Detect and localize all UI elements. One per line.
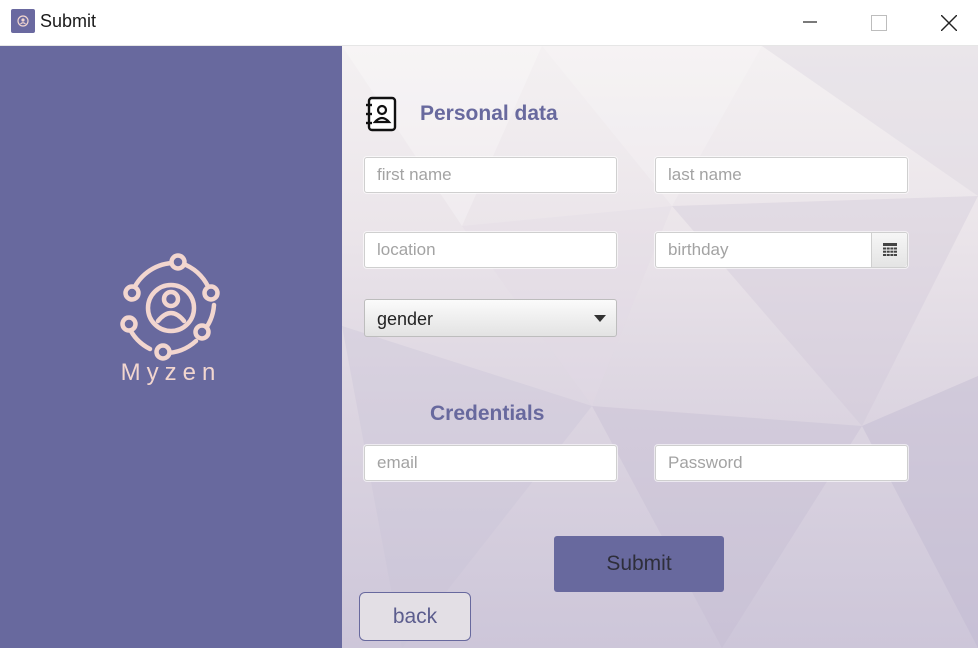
location-input[interactable] (365, 233, 616, 267)
network-people-icon (120, 253, 220, 361)
close-icon (941, 15, 957, 31)
minimize-icon (803, 21, 817, 23)
submit-button[interactable]: Submit (554, 536, 724, 592)
brand-panel: Myzen (0, 46, 342, 648)
title-bar: Submit (0, 0, 978, 46)
email-field (364, 445, 617, 481)
window-title: Submit (40, 11, 97, 31)
first-name-input[interactable] (365, 158, 616, 192)
close-button[interactable] (925, 0, 971, 46)
maximize-icon (871, 15, 887, 31)
chevron-down-icon (594, 315, 606, 322)
last-name-field (655, 157, 908, 193)
minimize-button[interactable] (787, 0, 833, 46)
calendar-button[interactable] (871, 233, 907, 267)
gender-select-value: gender (377, 309, 434, 329)
back-button[interactable]: back (359, 592, 471, 641)
last-name-input[interactable] (656, 158, 907, 192)
location-field (364, 232, 617, 268)
personal-data-title: Personal data (420, 102, 558, 125)
app-window: Submit Myzen Personal data first name la… (0, 0, 978, 648)
brand-name: Myzen (120, 359, 222, 386)
form-panel: Personal data first name last name locat… (342, 46, 978, 648)
first-name-field (364, 157, 617, 193)
password-input[interactable] (656, 446, 907, 480)
maximize-button[interactable] (855, 0, 901, 46)
app-logo-icon (11, 9, 35, 33)
credentials-title: Credentials (430, 402, 545, 425)
email-input[interactable] (365, 446, 616, 480)
birthday-field (655, 232, 908, 268)
contact-book-icon (366, 96, 397, 132)
birthday-input[interactable] (656, 233, 872, 267)
password-field (655, 445, 908, 481)
calendar-icon (883, 243, 897, 256)
gender-select[interactable]: gender (364, 299, 617, 337)
